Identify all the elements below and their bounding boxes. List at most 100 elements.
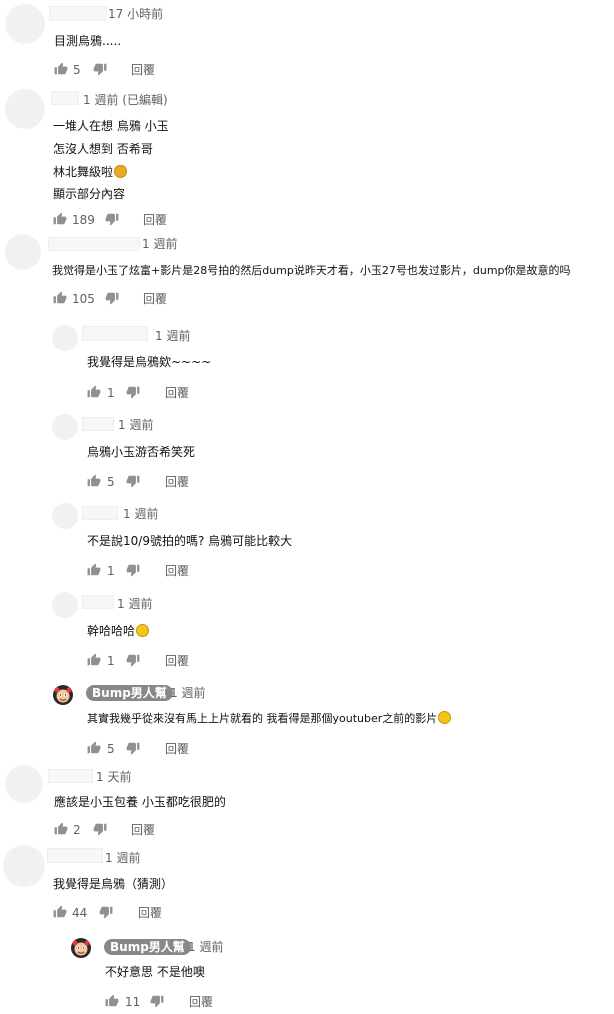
thumbs-down-icon[interactable] [105,212,119,226]
comment: 1 週前 我觉得是小玉了炫富+影片是28号拍的然后dump说昨天才看，小玉27号… [5,234,610,309]
avatar[interactable] [52,414,78,440]
thumbs-up-icon[interactable] [53,291,67,305]
author-name[interactable] [82,326,148,341]
like-count: 1 [107,386,115,400]
author-name[interactable] [48,237,140,251]
comment-actions: 189 回覆 [53,212,183,228]
thumbs-up-icon[interactable] [87,385,101,399]
avatar[interactable] [5,4,45,44]
like-count: 11 [125,995,141,1009]
reply-comment: Bump男人幫 1 週前 不好意思 不是他噢 11 回覆 [70,937,590,1013]
comment: 1 週前 我覺得是烏鴉（猜測） 44 回覆 [3,845,603,922]
comment-text: 我覺得是烏鴉欸~~~~ [87,355,212,369]
avatar[interactable] [52,503,78,529]
thumbs-up-icon[interactable] [87,653,101,667]
like-count: 5 [107,742,115,756]
thumbs-down-icon[interactable] [126,741,140,755]
like-count: 5 [107,475,115,489]
comment-actions: 44 回覆 [53,905,183,921]
reply-button[interactable]: 回覆 [138,905,162,921]
comment-time[interactable]: 1 週前 [188,939,223,955]
comment-text: 不是說10/9號拍的嗎? 烏鴉可能比較大 [87,534,293,548]
comment-text: 其實我幾乎從來沒有馬上上片就看的 我看得是那個youtuber之前的影片 [87,711,452,727]
thumbs-up-icon[interactable] [53,905,67,919]
comment-time[interactable]: 1 週前 (已編輯) [83,92,168,108]
author-name[interactable] [51,91,79,105]
avatar[interactable] [3,845,45,887]
like-count: 2 [73,823,81,837]
like-count: 1 [107,654,115,668]
thumbs-up-icon[interactable] [105,994,119,1008]
channel-owner-badge[interactable]: Bump男人幫 [104,939,191,955]
thumbs-up-icon[interactable] [87,741,101,755]
thumbs-down-icon[interactable] [126,474,140,488]
comment-time[interactable]: 1 週前 [155,328,190,344]
avatar[interactable] [5,765,43,803]
laughing-emoji [438,711,452,724]
author-name[interactable] [47,848,103,863]
comment-text: 我覺得是烏鴉（猜測） [53,877,174,891]
reply-button[interactable]: 回覆 [143,291,167,307]
avatar[interactable] [52,325,78,351]
channel-avatar[interactable] [70,937,92,959]
like-count: 1 [107,564,115,578]
author-name[interactable] [82,595,114,609]
comment-actions: 105 回覆 [53,291,183,307]
comment-actions: 5 回覆 [54,62,174,78]
reply-button[interactable]: 回覆 [165,653,189,669]
reply-comment: 1 週前 幹哈哈哈 1 回覆 [52,592,572,670]
channel-owner-badge[interactable]: Bump男人幫 [86,685,173,701]
thumbs-up-icon[interactable] [54,62,68,76]
bump-logo-icon [53,685,73,705]
reply-button[interactable]: 回覆 [189,994,213,1010]
comment-text: 一堆人在想 烏鴉 小玉 [53,119,169,133]
comment-text: 幹哈哈哈 [87,623,150,639]
thumbs-down-icon[interactable] [150,994,164,1008]
comment-text: 不好意思 不是他噢 [105,965,205,979]
reply-button[interactable]: 回覆 [165,474,189,490]
thumbs-up-icon[interactable] [87,474,101,488]
show-more-link[interactable]: 顯示部分內容 [53,186,125,202]
reply-comment: 1 週前 我覺得是烏鴉欸~~~~ 1 回覆 [52,325,572,403]
comment-time[interactable]: 17 小時前 [108,6,163,22]
comment-time[interactable]: 1 週前 [105,850,140,866]
comment-text: 目測烏鴉..... [54,34,122,48]
thumbs-down-icon[interactable] [99,905,113,919]
thumbs-down-icon[interactable] [93,822,107,836]
thumbs-down-icon[interactable] [126,563,140,577]
thumbs-up-icon[interactable] [87,563,101,577]
comment-actions: 2 回覆 [54,822,174,838]
thumbs-down-icon[interactable] [126,653,140,667]
reply-button[interactable]: 回覆 [131,822,155,838]
reply-button[interactable]: 回覆 [143,212,167,228]
comment-actions: 5 回覆 [87,474,207,490]
author-name[interactable] [82,506,118,520]
thumbs-up-icon[interactable] [53,212,67,226]
thumbs-down-icon[interactable] [93,62,107,76]
comment-time[interactable]: 1 週前 [117,596,152,612]
like-count: 44 [72,906,88,920]
comment-time[interactable]: 1 週前 [170,685,205,701]
comment: 1 週前 (已編輯) 一堆人在想 烏鴉 小玉 怎沒人想到 否希哥 林北舞級啦 顯… [5,89,605,229]
author-name[interactable] [48,769,93,783]
comment-time[interactable]: 1 天前 [96,769,131,785]
channel-avatar[interactable] [52,684,74,706]
comment-time[interactable]: 1 週前 [118,417,153,433]
reply-button[interactable]: 回覆 [165,563,189,579]
comment-time[interactable]: 1 週前 [123,506,158,522]
thumbs-up-icon[interactable] [54,822,68,836]
comment-actions: 1 回覆 [87,385,207,401]
avatar[interactable] [5,234,41,270]
reply-button[interactable]: 回覆 [165,741,189,757]
avatar[interactable] [52,592,78,618]
avatar[interactable] [5,89,45,129]
comment-time[interactable]: 1 週前 [142,236,177,252]
comment-text: 烏鴉小玉游否希笑死 [87,445,196,459]
thumbs-down-icon[interactable] [105,291,119,305]
comment-text: 林北舞級啦 [53,164,128,180]
author-name[interactable] [82,417,114,431]
reply-button[interactable]: 回覆 [131,62,155,78]
author-name[interactable] [49,6,107,21]
thumbs-down-icon[interactable] [126,385,140,399]
reply-button[interactable]: 回覆 [165,385,189,401]
